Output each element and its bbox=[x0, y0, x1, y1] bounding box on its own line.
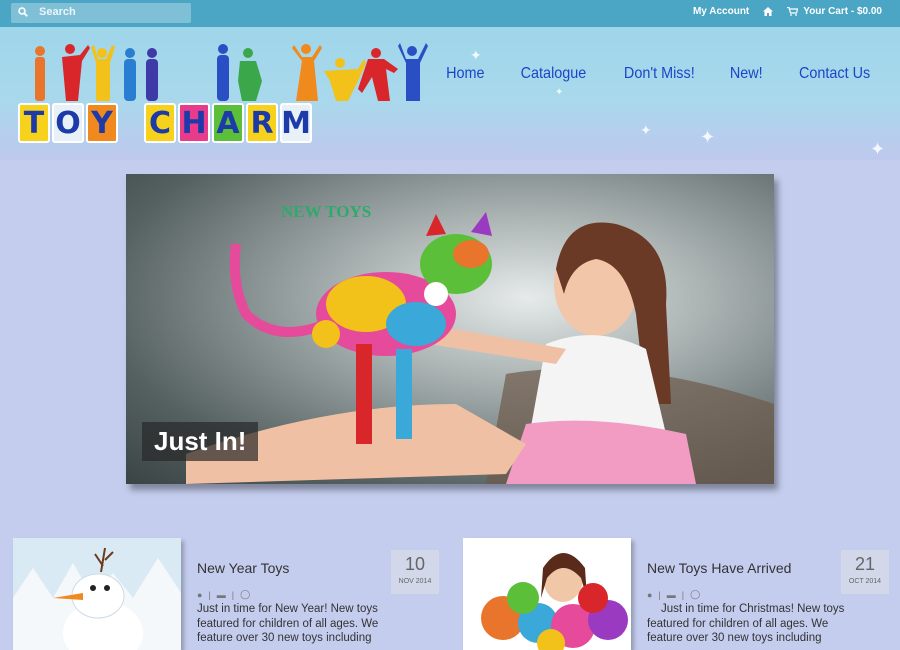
my-account-link[interactable]: My Account bbox=[693, 6, 749, 17]
blog-post-card[interactable]: New Toys Have Arrived 21 OCT 2014 ● | ▬ | … bbox=[463, 538, 889, 650]
post-meta: ● | ▬ | ◯ bbox=[647, 589, 701, 600]
hero-slider[interactable]: NEW TOYS Just In! bbox=[126, 174, 774, 484]
post-day: 21 bbox=[854, 554, 876, 574]
post-date: 21 OCT 2014 bbox=[841, 550, 889, 594]
post-meta: ● | ▬ | ◯ bbox=[197, 589, 251, 600]
site-header: ✦ ✦ ✦ ✦ ✦ T O Y C H A R M Home Catalogue… bbox=[0, 27, 900, 160]
sparkle-icon: ✦ bbox=[640, 122, 652, 138]
nav-catalogue[interactable]: Catalogue bbox=[520, 65, 586, 83]
logo-letter: A bbox=[216, 105, 240, 141]
nav-home[interactable]: Home bbox=[446, 65, 484, 83]
post-date: 10 NOV 2014 bbox=[391, 550, 439, 594]
toycharm-logo[interactable]: T O Y C H A R M bbox=[18, 41, 438, 146]
logo-letter: R bbox=[250, 105, 274, 141]
logo-letter: C bbox=[148, 105, 172, 141]
comment-icon: ◯ bbox=[690, 589, 701, 599]
plush-toys-image bbox=[463, 538, 631, 650]
home-icon[interactable] bbox=[763, 7, 774, 16]
logo-letter: H bbox=[181, 105, 207, 141]
hero-heading: NEW TOYS bbox=[281, 202, 372, 221]
cart-icon bbox=[787, 7, 799, 16]
blog-post-card[interactable]: New Year Toys 10 NOV 2014 ● | ▬ | ◯ Just i… bbox=[13, 538, 439, 650]
logo-letter: Y bbox=[91, 105, 113, 141]
post-excerpt: Just in time for Christmas! New toys fea… bbox=[647, 603, 845, 644]
post-thumbnail[interactable] bbox=[463, 538, 631, 650]
search-placeholder: Search bbox=[39, 6, 76, 18]
nav-dont-miss[interactable]: Don't Miss! bbox=[624, 65, 695, 83]
comment-icon: ◯ bbox=[240, 589, 251, 599]
cart-label: Your Cart - $0.00 bbox=[803, 6, 882, 17]
folder-icon: ▬ bbox=[216, 589, 226, 600]
post-month: NOV 2014 bbox=[398, 578, 432, 585]
post-thumbnail[interactable] bbox=[13, 538, 181, 650]
search-icon bbox=[18, 7, 28, 17]
logo-blocks: T O Y C H A R M bbox=[18, 103, 312, 143]
sparkle-icon: ✦ bbox=[555, 87, 564, 98]
cart-link[interactable]: Your Cart - $0.00 bbox=[787, 6, 882, 17]
kids-silhouettes bbox=[35, 43, 428, 101]
top-bar: Search My Account Your Cart - $0.00 bbox=[0, 0, 900, 27]
logo-letter: O bbox=[55, 105, 81, 141]
sparkle-icon: ✦ bbox=[700, 127, 716, 147]
nav-contact-us[interactable]: Contact Us bbox=[799, 65, 870, 83]
user-icon: ● bbox=[197, 589, 203, 600]
snowman-image bbox=[13, 538, 181, 650]
logo-letter: M bbox=[281, 105, 311, 141]
hero-caption: Just In! bbox=[142, 422, 259, 461]
sparkle-icon: ✦ bbox=[870, 139, 886, 159]
search-input[interactable]: Search bbox=[11, 3, 191, 23]
post-title[interactable]: New Year Toys bbox=[197, 560, 289, 576]
post-title[interactable]: New Toys Have Arrived bbox=[647, 560, 791, 576]
nav-new[interactable]: New! bbox=[730, 65, 763, 83]
post-excerpt: Just in time for New Year! New toys feat… bbox=[197, 603, 379, 644]
main-nav: Home Catalogue Don't Miss! New! Contact … bbox=[444, 65, 874, 83]
sparkle-icon: ✦ bbox=[470, 47, 482, 63]
logo-letter: T bbox=[23, 105, 45, 141]
folder-icon: ▬ bbox=[666, 589, 676, 600]
user-icon: ● bbox=[647, 589, 653, 600]
post-month: OCT 2014 bbox=[848, 578, 882, 585]
post-day: 10 bbox=[404, 554, 426, 574]
